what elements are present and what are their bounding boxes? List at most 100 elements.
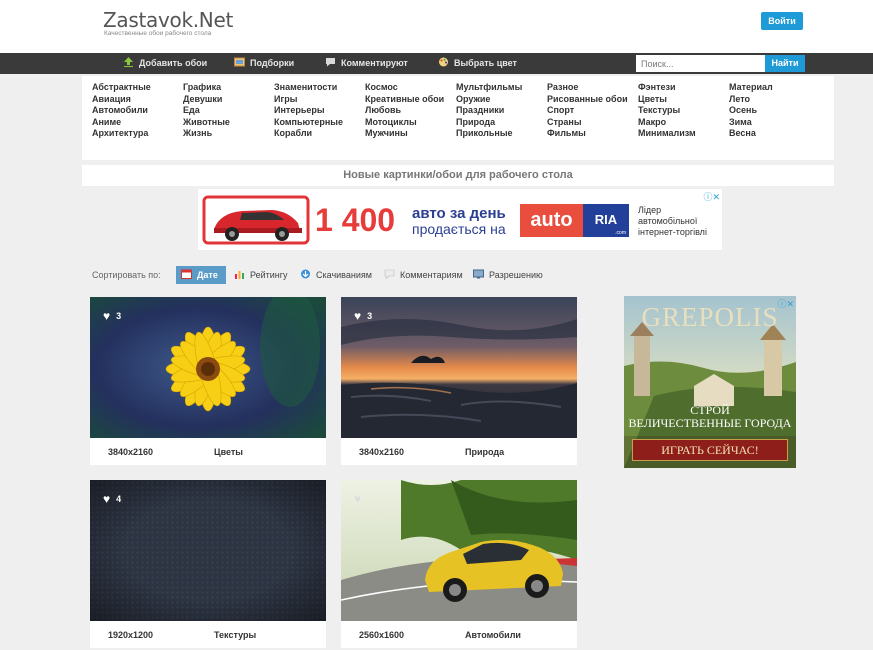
category-link[interactable]: Архитектура [92, 128, 151, 140]
wallpaper-resolution: 3840x2160 [108, 447, 154, 457]
wallpaper-thumbnail[interactable] [341, 297, 577, 438]
wallpaper-thumbnail[interactable] [341, 480, 577, 621]
category-link[interactable]: Креативные обои [365, 94, 444, 106]
category-link[interactable]: Мужчины [365, 128, 444, 140]
category-link[interactable]: Аниме [92, 117, 151, 129]
category-link[interactable]: Абстрактные [92, 82, 151, 94]
heart-icon: ♥ [103, 309, 111, 323]
palette-icon [439, 57, 448, 67]
login-button[interactable]: Войти [761, 12, 803, 30]
category-link[interactable]: Материал [729, 82, 773, 94]
ad-logo-auto: auto [520, 204, 583, 237]
sort-item-label: Рейтингу [250, 270, 288, 280]
category-link[interactable]: Цветы [638, 94, 696, 106]
wallpaper-category[interactable]: Текстуры [214, 630, 256, 640]
category-link[interactable]: Мотоциклы [365, 117, 444, 129]
wallpaper-category[interactable]: Автомобили [465, 630, 521, 640]
likes-counter[interactable]: ♥ 4 [103, 492, 121, 506]
category-link[interactable]: Страны [547, 117, 628, 129]
search-button[interactable]: Найти [765, 55, 805, 72]
sort-by-rating[interactable]: Рейтингу [234, 266, 288, 284]
search-input[interactable] [636, 55, 765, 72]
likes-count: 4 [116, 494, 122, 504]
category-column: Космос Креативные обои Любовь Мотоциклы … [365, 82, 444, 140]
nav-item-add-wallpaper[interactable]: Добавить обои [123, 53, 207, 74]
nav-item-label: Подборки [250, 58, 295, 68]
category-link[interactable]: Разное [547, 82, 628, 94]
ad-close-icon[interactable]: ⓘ✕ [703, 190, 720, 203]
category-link[interactable]: Оружие [456, 94, 522, 106]
wallpaper-category[interactable]: Цветы [214, 447, 243, 457]
ad-close-icon[interactable]: ⓘ✕ [777, 297, 794, 310]
site-logo[interactable]: Zastavok.Net [103, 8, 233, 32]
ad-banner-right[interactable]: GREPOLIS СТРОЙ ВЕЛИЧЕСТВЕННЫЕ ГОРОДА ИГР… [624, 296, 796, 468]
sort-by-date[interactable]: Дате [176, 266, 226, 284]
download-icon [301, 269, 310, 279]
category-link[interactable]: Минимализм [638, 128, 696, 140]
category-link[interactable]: Праздники [456, 105, 522, 117]
likes-counter[interactable]: ♥ 3 [103, 309, 121, 323]
category-link[interactable]: Компьютерные [274, 117, 343, 129]
category-link[interactable]: Макро [638, 117, 696, 129]
car-image [202, 195, 310, 245]
category-link[interactable]: Фэнтези [638, 82, 696, 94]
nav-item-label: Выбрать цвет [454, 58, 517, 68]
nav-item-commenting[interactable]: Комментируют [325, 53, 408, 74]
category-link[interactable]: Рисованные обои [547, 94, 628, 106]
wallpaper-thumbnail[interactable] [90, 480, 326, 621]
ad-play-button[interactable]: ИГРАТЬ СЕЙЧАС! [632, 439, 788, 461]
sort-item-label: Разрешению [489, 270, 543, 280]
wallpaper-resolution: 3840x2160 [359, 447, 405, 457]
category-link[interactable]: Космос [365, 82, 444, 94]
category-link[interactable]: Еда [183, 105, 230, 117]
sort-by-comments[interactable]: Комментариям [384, 266, 463, 284]
category-link[interactable]: Интерьеры [274, 105, 343, 117]
category-link[interactable]: Осень [729, 105, 773, 117]
wallpaper-thumbnail[interactable] [90, 297, 326, 438]
category-link[interactable]: Зима [729, 117, 773, 129]
wallpaper-card[interactable]: ♥ 4 1920x1200 Текстуры [90, 480, 326, 648]
category-link[interactable]: Животные [183, 117, 230, 129]
category-link[interactable]: Девушки [183, 94, 230, 106]
category-link[interactable]: Автомобили [92, 105, 151, 117]
site-header: Zastavok.Net Качественные обои рабочего … [0, 0, 873, 53]
category-link[interactable]: Жизнь [183, 128, 230, 140]
category-link[interactable]: Любовь [365, 105, 444, 117]
category-link[interactable]: Весна [729, 128, 773, 140]
likes-counter[interactable]: ♥ [354, 492, 367, 506]
sort-by-resolution[interactable]: Разрешению [473, 266, 543, 284]
calendar-icon [181, 269, 192, 279]
wallpaper-card[interactable]: ♥ 2560x1600 Автомобили [341, 480, 577, 648]
ad-banner-top[interactable]: 1 400 авто за день продається на auto RI… [198, 189, 722, 250]
category-link[interactable]: Игры [274, 94, 343, 106]
ad-subtitle-line: ВЕЛИЧЕСТВЕННЫЕ ГОРОДА [628, 416, 792, 430]
category-link[interactable]: Прикольные [456, 128, 522, 140]
category-link[interactable]: Графика [183, 82, 230, 94]
category-link[interactable]: Фильмы [547, 128, 628, 140]
nav-item-choose-color[interactable]: Выбрать цвет [438, 53, 517, 74]
category-column: Знаменитости Игры Интерьеры Компьютерные… [274, 82, 343, 140]
heart-icon: ♥ [103, 492, 111, 506]
heart-icon: ♥ [354, 309, 362, 323]
category-link[interactable]: Текстуры [638, 105, 696, 117]
category-link[interactable]: Знаменитости [274, 82, 343, 94]
category-link[interactable]: Авиация [92, 94, 151, 106]
wallpaper-category[interactable]: Природа [465, 447, 504, 457]
likes-count: 3 [367, 311, 373, 321]
wallpaper-card[interactable]: ♥ 3 3840x2160 Цветы [90, 297, 326, 465]
category-link[interactable]: Мультфильмы [456, 82, 522, 94]
category-link[interactable]: Спорт [547, 105, 628, 117]
likes-counter[interactable]: ♥ 3 [354, 309, 372, 323]
wallpaper-resolution: 2560x1600 [359, 630, 405, 640]
wallpaper-card[interactable]: ♥ 3 3840x2160 Природа [341, 297, 577, 465]
category-link[interactable]: Природа [456, 117, 522, 129]
nav-item-collections[interactable]: Подборки [234, 53, 294, 74]
sort-item-label: Скачиваниям [316, 270, 372, 280]
category-link[interactable]: Корабли [274, 128, 343, 140]
ad-logo-ria-text: RIA [594, 212, 618, 227]
sort-by-downloads[interactable]: Скачиваниям [300, 266, 372, 284]
comment-icon [326, 58, 335, 67]
ad-subtitle: СТРОЙ ВЕЛИЧЕСТВЕННЫЕ ГОРОДА [624, 404, 796, 430]
category-link[interactable]: Лето [729, 94, 773, 106]
collection-icon [234, 57, 245, 67]
